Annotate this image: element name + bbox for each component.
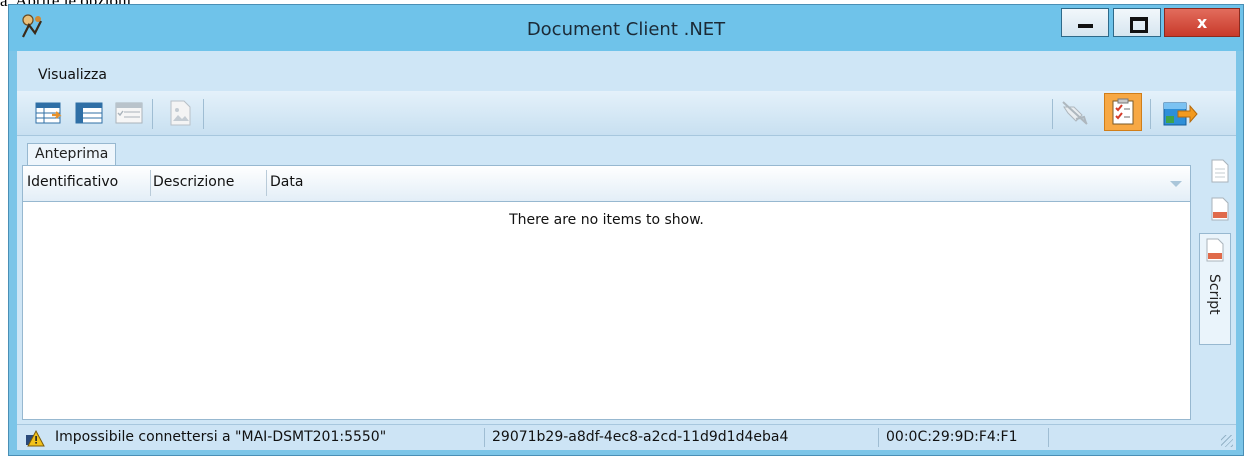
export-icon[interactable] xyxy=(1162,99,1198,127)
pdf-document-icon[interactable] xyxy=(1209,197,1231,221)
warning-icon xyxy=(26,429,45,447)
document-image-icon[interactable] xyxy=(165,99,195,127)
tab-anteprima[interactable]: Anteprima xyxy=(27,143,117,166)
status-separator xyxy=(878,428,879,447)
status-guid: 29071b29-a8df-4ec8-a2cd-11d9d1d4eba4 xyxy=(492,429,789,445)
status-message: Impossibile connettersi a "MAI-DSMT201:5… xyxy=(55,429,387,445)
status-mac-address: 00:0C:29:9D:F4:F1 xyxy=(886,429,1018,445)
items-grid: Identificativo Descrizione Data There ar… xyxy=(22,165,1191,420)
client-area: Visualizza Anteprima Identificativo Desc… xyxy=(17,51,1236,450)
document-page-icon[interactable] xyxy=(1209,159,1231,183)
chevron-down-icon[interactable] xyxy=(1170,181,1182,187)
side-tab-script[interactable]: Script xyxy=(1199,233,1231,345)
toolbar-separator xyxy=(203,99,204,129)
maximize-button[interactable] xyxy=(1113,8,1161,37)
list-check-icon[interactable] xyxy=(114,99,144,127)
column-header-identificativo[interactable]: Identificativo xyxy=(27,174,118,190)
menu-visualizza[interactable]: Visualizza xyxy=(38,67,107,83)
toolbar xyxy=(17,91,1236,136)
column-separator[interactable] xyxy=(266,170,267,196)
menu-bar: Visualizza xyxy=(17,51,1236,91)
disconnected-plug-icon[interactable] xyxy=(1060,99,1090,127)
app-window: Document Client .NET x Visualizza Antepr… xyxy=(8,4,1244,456)
close-button[interactable]: x xyxy=(1164,8,1240,37)
status-bar: Impossibile connettersi a "MAI-DSMT201:5… xyxy=(17,424,1236,450)
side-tab-label: Script xyxy=(1206,274,1222,315)
status-separator xyxy=(484,428,485,447)
empty-state-message: There are no items to show. xyxy=(509,212,704,228)
grid-header: Identificativo Descrizione Data xyxy=(23,166,1190,202)
column-separator[interactable] xyxy=(150,170,151,196)
pdf-document-icon xyxy=(1206,238,1224,262)
resize-grip-icon[interactable] xyxy=(1221,435,1233,447)
column-header-data[interactable]: Data xyxy=(270,174,303,190)
table-refresh-icon[interactable] xyxy=(34,99,64,127)
status-separator xyxy=(1048,428,1049,447)
toolbar-separator xyxy=(1150,99,1151,129)
minimize-button[interactable] xyxy=(1061,8,1109,37)
close-icon: x xyxy=(1196,13,1208,32)
toolbar-separator xyxy=(1052,99,1053,129)
table-icon[interactable] xyxy=(74,99,104,127)
window-title: Document Client .NET xyxy=(526,19,726,40)
checklist-icon[interactable] xyxy=(1108,98,1138,126)
toolbar-separator xyxy=(152,99,153,129)
column-header-descrizione[interactable]: Descrizione xyxy=(153,174,234,190)
title-bar[interactable]: Document Client .NET x xyxy=(9,5,1243,51)
